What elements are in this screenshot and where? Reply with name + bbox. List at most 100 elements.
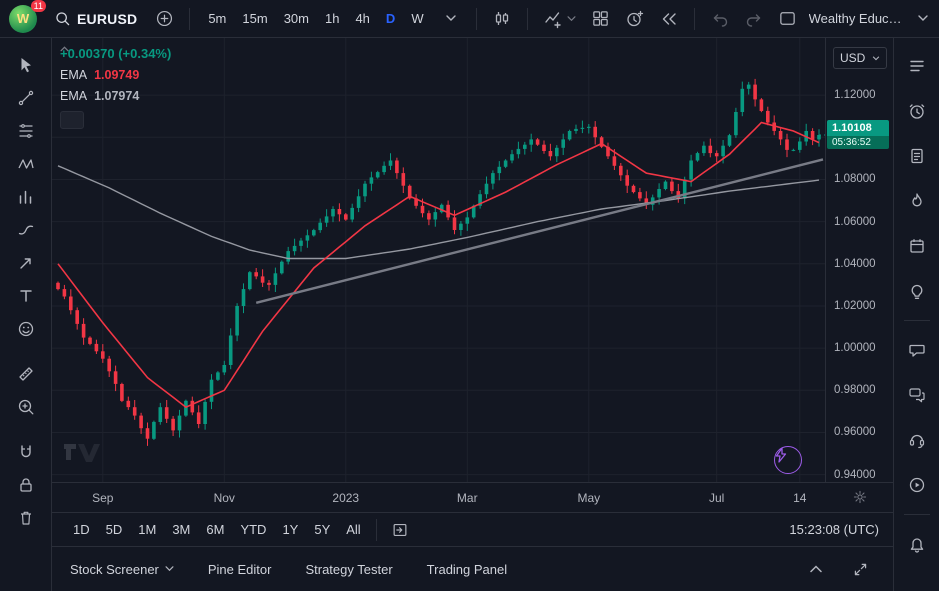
range-6M[interactable]: 6M: [199, 518, 231, 542]
last-price-value: 1.10108: [827, 120, 889, 136]
tab-pine-editor[interactable]: Pine Editor: [208, 562, 272, 577]
tool-xabcd-pattern[interactable]: [7, 147, 45, 180]
tool-lock-drawings[interactable]: [7, 468, 45, 501]
sidebar-watchlist[interactable]: [899, 48, 935, 84]
chevron-down-icon: [567, 16, 576, 22]
lightning-icon: [775, 447, 787, 463]
range-1M[interactable]: 1M: [131, 518, 163, 542]
sidebar-streams[interactable]: [899, 467, 935, 503]
indicators-button[interactable]: [538, 4, 582, 34]
panel-maximize-button[interactable]: [845, 554, 875, 584]
time-axis-label: Mar: [457, 491, 478, 505]
layout-menu-button[interactable]: [908, 4, 938, 34]
tool-text[interactable]: [7, 279, 45, 312]
go-to-date-button[interactable]: [385, 518, 415, 542]
tool-prediction-measure[interactable]: [7, 180, 45, 213]
timeframe-D[interactable]: D: [378, 5, 403, 33]
price-tick-label: 1.04000: [834, 257, 876, 271]
price-tick-label: 0.94000: [834, 468, 876, 482]
sidebar-divider: [904, 320, 930, 321]
tool-cursor[interactable]: [7, 48, 45, 81]
ema-slow-value: 1.07974: [94, 89, 139, 103]
sidebar-alerts[interactable]: [899, 93, 935, 129]
tool-emoji[interactable]: [7, 312, 45, 345]
timeframe-menu-button[interactable]: [436, 4, 466, 34]
quick-actions-button[interactable]: [774, 446, 802, 474]
tool-magnet[interactable]: [7, 435, 45, 468]
timeframe-15m[interactable]: 15m: [234, 5, 275, 33]
utc-clock[interactable]: 15:23:08 (UTC): [789, 522, 879, 537]
tool-trend-line[interactable]: [7, 81, 45, 114]
timeframe-30m[interactable]: 30m: [276, 5, 317, 33]
sidebar-private-chats[interactable]: [899, 377, 935, 413]
add-symbol-button[interactable]: [149, 4, 179, 34]
range-YTD[interactable]: YTD: [233, 518, 273, 542]
price-change-text: +0.00370 (+0.34%): [60, 46, 171, 61]
tab-stock-screener[interactable]: Stock Screener: [70, 562, 174, 577]
bar-replay-button[interactable]: [654, 4, 684, 34]
layout-select-button[interactable]: [773, 4, 803, 34]
chart-settings-gear-icon[interactable]: [852, 489, 868, 505]
grid-layout-icon: [591, 9, 610, 28]
candlestick-icon: [492, 9, 512, 29]
sidebar-support[interactable]: [899, 422, 935, 458]
tool-brush[interactable]: [7, 213, 45, 246]
range-1Y[interactable]: 1Y: [275, 518, 305, 542]
timeframe-group: 5m15m30m1h4hDW: [200, 5, 431, 33]
zoom-in-icon: [16, 397, 36, 417]
indicator-label: EMA: [60, 68, 87, 82]
sidebar-ideas[interactable]: [899, 273, 935, 309]
logo-button[interactable]: W 11: [8, 3, 42, 35]
indicator-label: EMA: [60, 89, 87, 103]
panel-collapse-button[interactable]: [801, 554, 831, 584]
chat-bubbles-icon: [907, 385, 927, 405]
chat-cloud-icon: [907, 340, 927, 360]
sidebar-notifications[interactable]: [899, 526, 935, 562]
create-alert-button[interactable]: [620, 4, 650, 34]
lightbulb-icon: [907, 281, 927, 301]
range-1D[interactable]: 1D: [66, 518, 97, 542]
range-5D[interactable]: 5D: [99, 518, 130, 542]
tool-fib-retracement[interactable]: [7, 114, 45, 147]
range-3M[interactable]: 3M: [165, 518, 197, 542]
flame-icon: [907, 191, 927, 211]
indicator-row-ema-fast[interactable]: EMA 1.09749: [60, 68, 171, 82]
currency-selector[interactable]: USD: [833, 47, 887, 69]
last-price-badge: 1.10108 05:36:52: [827, 120, 889, 149]
tool-zoom-in[interactable]: [7, 390, 45, 423]
pattern-icon: [16, 154, 36, 174]
alarm-clock-icon: [907, 101, 927, 121]
timeframe-W[interactable]: W: [403, 5, 431, 33]
collapse-legend-button[interactable]: [60, 111, 84, 129]
chart-region: +0.00370 (+0.34%) EMA 1.09749 EMA 1.0797…: [52, 38, 893, 591]
price-scale[interactable]: USD 1.10108 05:36:52 1.120001.100001.080…: [825, 38, 893, 482]
tool-ruler[interactable]: [7, 357, 45, 390]
chart-legend: +0.00370 (+0.34%) EMA 1.09749 EMA 1.0797…: [60, 46, 171, 129]
price-tick-label: 1.00000: [834, 341, 876, 355]
sidebar-journal[interactable]: [899, 138, 935, 174]
range-5Y[interactable]: 5Y: [307, 518, 337, 542]
layout-grid-button[interactable]: [586, 4, 616, 34]
timeframe-1h[interactable]: 1h: [317, 5, 347, 33]
timeframe-5m[interactable]: 5m: [200, 5, 234, 33]
tab-strategy-tester[interactable]: Strategy Tester: [305, 562, 392, 577]
symbol-search-button[interactable]: EURUSD: [46, 4, 145, 34]
chart-plot[interactable]: +0.00370 (+0.34%) EMA 1.09749 EMA 1.0797…: [52, 38, 825, 482]
undo-button[interactable]: [705, 4, 735, 34]
timeframe-4h[interactable]: 4h: [347, 5, 377, 33]
sidebar-calendar[interactable]: [899, 228, 935, 264]
sidebar-hotlists[interactable]: [899, 183, 935, 219]
tool-remove-drawings[interactable]: [7, 501, 45, 534]
tool-arrow-marker[interactable]: [7, 246, 45, 279]
redo-button[interactable]: [739, 4, 769, 34]
time-axis[interactable]: SepNov2023MarMayJul14: [52, 482, 893, 512]
trend-line-icon: [16, 88, 36, 108]
tab-trading-panel[interactable]: Trading Panel: [427, 562, 507, 577]
range-All[interactable]: All: [339, 518, 367, 542]
sidebar-chat[interactable]: [899, 332, 935, 368]
layout-name[interactable]: Wealthy Educ…: [809, 11, 902, 26]
maximize-panel-icon: [852, 561, 869, 578]
toolbar-divider: [694, 8, 695, 30]
indicator-row-ema-slow[interactable]: EMA 1.07974: [60, 89, 171, 103]
chart-type-button[interactable]: [487, 4, 517, 34]
